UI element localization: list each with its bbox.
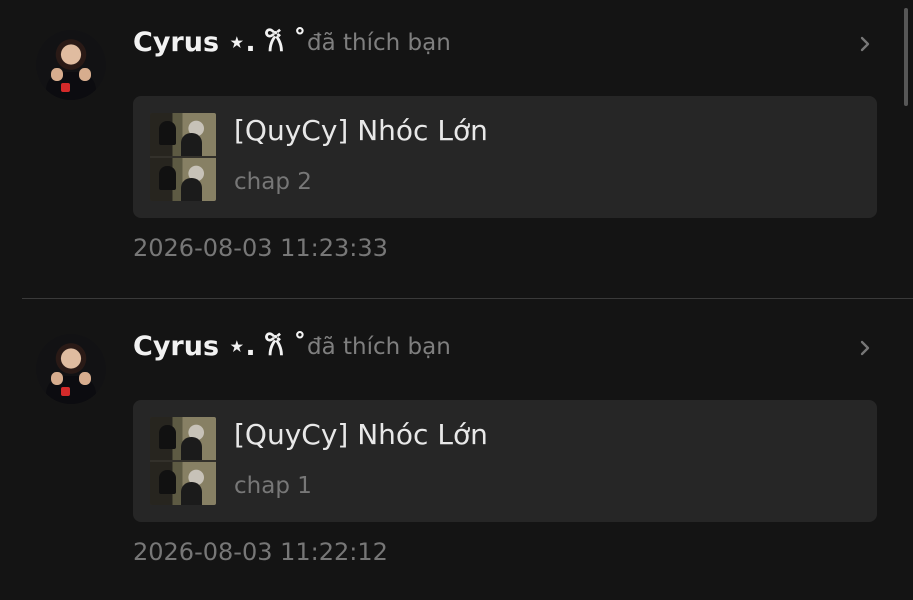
- chevron-right-icon[interactable]: [852, 335, 878, 361]
- chapter-label: chap 1: [234, 473, 312, 499]
- username[interactable]: Cyrus ⋆. 𐙚 ˚: [133, 329, 307, 365]
- notification-divider: [22, 298, 913, 299]
- post-thumbnail: [150, 113, 216, 201]
- post-title: [QuyCy] Nhóc Lớn: [234, 418, 488, 451]
- post-title: [QuyCy] Nhóc Lớn: [234, 114, 488, 147]
- avatar-hand-right: [79, 68, 91, 81]
- avatar-badge: [61, 83, 70, 92]
- like-action-text: đã thích bạn: [307, 30, 451, 56]
- timestamp: 2026-08-03 11:22:12: [133, 538, 388, 566]
- avatar-hand-right: [79, 372, 91, 385]
- avatar-hand-left: [51, 372, 63, 385]
- chapter-label: chap 2: [234, 169, 312, 195]
- notification-item[interactable]: Cyrus ⋆. 𐙚 ˚ đã thích bạn [QuyCy] Nhóc L…: [0, 304, 913, 600]
- avatar-badge: [61, 387, 70, 396]
- chevron-right-icon[interactable]: [852, 31, 878, 57]
- thumbnail-top-panel: [150, 113, 216, 156]
- scrollbar[interactable]: [904, 8, 908, 106]
- notifications-feed: Cyrus ⋆. 𐙚 ˚ đã thích bạn [QuyCy] Nhóc L…: [0, 0, 913, 600]
- notification-item[interactable]: Cyrus ⋆. 𐙚 ˚ đã thích bạn [QuyCy] Nhóc L…: [0, 0, 913, 300]
- like-action-text: đã thích bạn: [307, 334, 451, 360]
- thumbnail-bottom-panel: [150, 462, 216, 505]
- post-thumbnail: [150, 417, 216, 505]
- avatar[interactable]: [36, 334, 106, 404]
- avatar[interactable]: [36, 30, 106, 100]
- username[interactable]: Cyrus ⋆. 𐙚 ˚: [133, 25, 307, 61]
- avatar-hand-left: [51, 68, 63, 81]
- liked-post-card[interactable]: [QuyCy] Nhóc Lớn chap 2: [133, 96, 877, 218]
- liked-post-card[interactable]: [QuyCy] Nhóc Lớn chap 1: [133, 400, 877, 522]
- thumbnail-top-panel: [150, 417, 216, 460]
- thumbnail-bottom-panel: [150, 158, 216, 201]
- timestamp: 2026-08-03 11:23:33: [133, 234, 388, 262]
